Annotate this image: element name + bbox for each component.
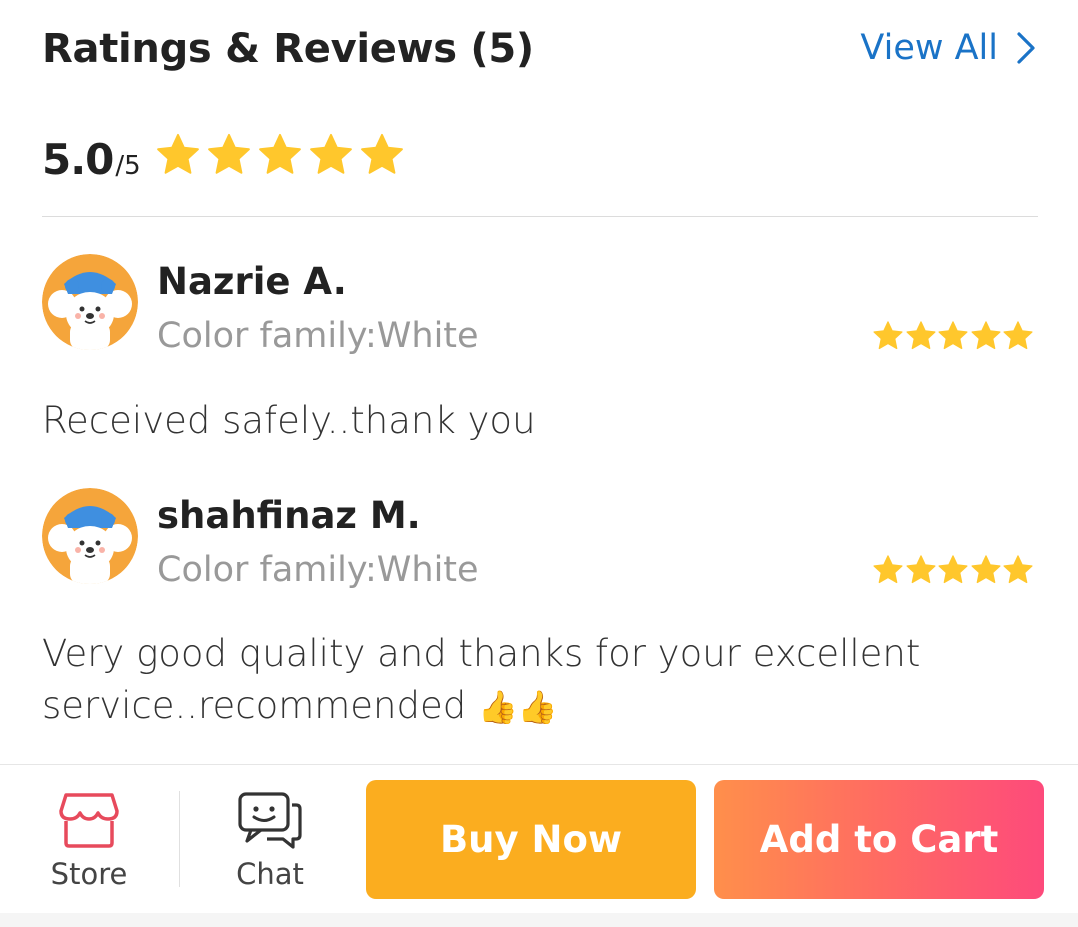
bottom-shade [0,913,1078,927]
star-icon [873,321,903,350]
review-text-line: Very good quality and thanks for your ex… [42,632,921,675]
reviewer-name: Nazrie A. [157,260,347,303]
score-max: /5 [115,151,141,181]
star-icon [970,555,1001,584]
star-icon [970,321,1001,350]
view-all-label: View All [860,28,998,68]
review-text-line: service..recommended 👍👍 [42,680,920,733]
bear-avatar-icon [42,488,138,584]
divider [42,216,1038,217]
star-icon [156,133,199,174]
thumbs-up-icon: 👍👍 [478,688,558,726]
star-icon [938,555,968,584]
review-variant: Color family:White [157,316,479,356]
review-text: Received safely..thank you [42,399,536,442]
nav-separator [179,791,180,887]
add-to-cart-button[interactable]: Add to Cart [714,780,1044,899]
star-icon [360,133,403,174]
buy-now-button[interactable]: Buy Now [366,780,696,899]
star-icon [258,133,301,174]
store-label: Store [50,857,128,891]
star-icon [1003,555,1033,584]
chat-label: Chat [236,857,304,891]
store-button[interactable]: Store [34,791,144,891]
star-icon [207,133,250,174]
review-variant: Color family:White [157,550,479,590]
section-title: Ratings & Reviews (5) [42,26,534,72]
view-all-link[interactable]: View All [860,28,1036,68]
bottom-action-bar: Store Chat Buy Now Add to Cart [0,764,1078,927]
chat-button[interactable]: Chat [215,791,325,891]
reviews-header: Ratings & Reviews (5) View All [42,26,1036,78]
average-score: 5.0 [42,135,114,184]
star-icon [905,555,936,584]
chat-icon [238,792,302,849]
review-text: Very good quality and thanks for your ex… [42,628,920,733]
summary-stars [155,132,410,178]
reviewer-name: shahfinaz M. [157,494,421,537]
review-item: shahfinaz M. Color family:White [42,488,1035,590]
star-icon [309,133,352,174]
store-icon [59,793,119,848]
review-rating-stars [872,320,1035,352]
star-icon [873,555,903,584]
review-item: Nazrie A. Color family:White [42,254,1035,356]
star-icon [1003,321,1033,350]
star-icon [938,321,968,350]
review-text-segment: service..recommended [42,684,467,727]
review-rating-stars [872,554,1035,586]
rating-summary: 5.0 /5 [42,128,410,184]
bear-avatar-icon [42,254,138,350]
chevron-right-icon [1017,32,1035,64]
star-icon [905,321,936,350]
